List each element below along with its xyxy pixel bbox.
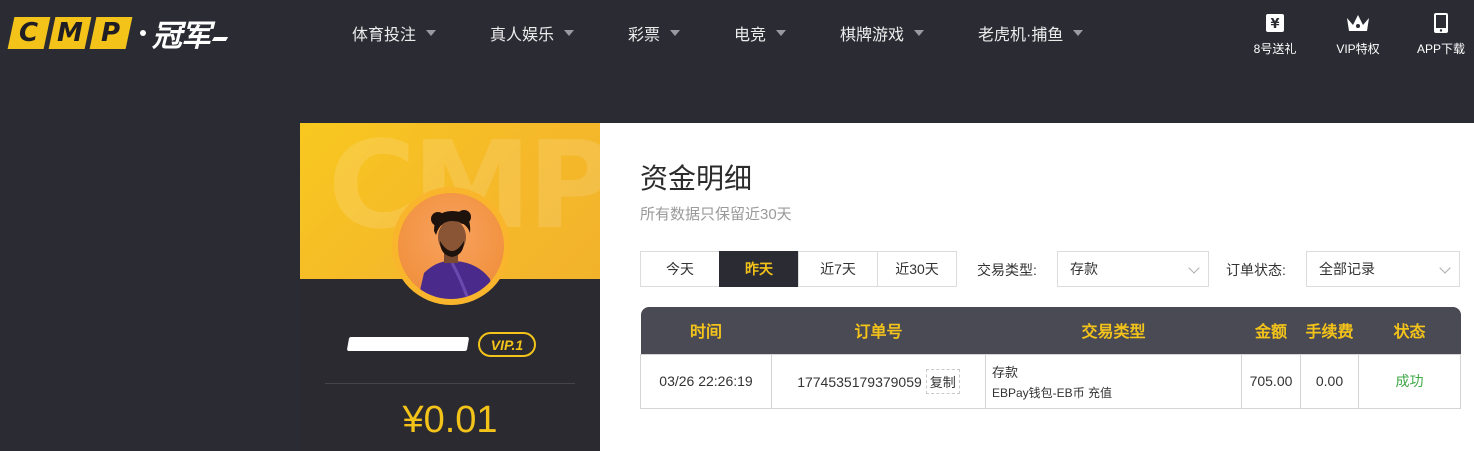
logo-letter-box: M bbox=[48, 17, 92, 49]
column-header-time: 时间 bbox=[640, 307, 772, 354]
chevron-down-icon bbox=[670, 30, 681, 36]
column-header-status: 状态 bbox=[1358, 307, 1461, 354]
chevron-down-icon bbox=[914, 30, 925, 36]
logo-letter: C bbox=[19, 18, 39, 48]
svg-text:¥: ¥ bbox=[1270, 17, 1279, 32]
vip-level-badge[interactable]: VIP.1 bbox=[478, 332, 536, 357]
logo-letter-box: C bbox=[7, 17, 51, 49]
profile-divider bbox=[325, 383, 575, 384]
app-download-label: APP下载 bbox=[1416, 42, 1465, 56]
chevron-down-icon bbox=[776, 30, 787, 36]
cell-order-no: 1774535179379059 复制 bbox=[771, 353, 986, 409]
app-download-button[interactable]: APP下载 bbox=[1406, 12, 1474, 57]
cell-fee: 0.00 bbox=[1300, 353, 1359, 409]
txn-type-label: 交易类型: bbox=[977, 262, 1037, 278]
avatar-image bbox=[398, 193, 504, 299]
logo-letter: P bbox=[101, 18, 121, 48]
chevron-down-icon bbox=[426, 30, 437, 36]
transactions-table: 时间 订单号 交易类型 金额 手续费 状态 03/26 22:26:19 177… bbox=[640, 307, 1461, 409]
nav-item-card-games[interactable]: 棋牌游戏 bbox=[840, 22, 925, 44]
nav-item-lottery[interactable]: 彩票 bbox=[628, 22, 681, 44]
nav-item-live-casino[interactable]: 真人娱乐 bbox=[490, 22, 575, 44]
chevron-down-icon bbox=[1073, 30, 1084, 36]
page-subtitle: 所有数据只保留近30天 bbox=[640, 206, 792, 223]
column-header-fee: 手续费 bbox=[1300, 307, 1359, 354]
nav-item-esports[interactable]: 电竞 bbox=[734, 22, 787, 44]
txn-type-main: 存款 bbox=[992, 364, 1019, 380]
column-header-amount: 金额 bbox=[1241, 307, 1301, 354]
nav-item-label: 彩票 bbox=[628, 27, 661, 44]
order-number: 1774535179379059 bbox=[797, 373, 922, 390]
txn-type-select[interactable]: 存款 bbox=[1057, 251, 1209, 287]
tab-last-7-days[interactable]: 近7天 bbox=[798, 251, 878, 287]
logo-letter: M bbox=[57, 18, 83, 48]
nav-item-label: 电竞 bbox=[734, 27, 767, 44]
copy-button[interactable]: 复制 bbox=[925, 368, 960, 394]
tab-yesterday[interactable]: 昨天 bbox=[719, 251, 799, 287]
crown-icon bbox=[1323, 12, 1393, 34]
column-header-txn-type: 交易类型 bbox=[985, 307, 1242, 354]
vip-privilege-button[interactable]: VIP特权 bbox=[1323, 12, 1393, 57]
vip-privilege-label: VIP特权 bbox=[1336, 42, 1380, 56]
chevron-down-icon bbox=[1188, 262, 1200, 274]
order-status-select[interactable]: 全部记录 bbox=[1306, 251, 1460, 287]
chevron-down-icon bbox=[1439, 262, 1451, 274]
nav-item-label: 真人娱乐 bbox=[490, 27, 555, 44]
nav-item-label: 体育投注 bbox=[352, 27, 417, 44]
brand-logo[interactable]: C M P 冠军 bbox=[7, 16, 229, 54]
logo-tail bbox=[211, 37, 229, 41]
logo-dot bbox=[140, 30, 146, 36]
yen-gift-icon: ¥ bbox=[1240, 12, 1310, 34]
order-status-value: 全部记录 bbox=[1319, 261, 1375, 277]
tab-today[interactable]: 今天 bbox=[640, 251, 720, 287]
username-redacted bbox=[346, 337, 470, 351]
tab-last-30-days[interactable]: 近30天 bbox=[877, 251, 957, 287]
cell-txn-type: 存款 EBPay钱包-EB币 充值 bbox=[985, 353, 1242, 409]
txn-type-detail: EBPay钱包-EB币 充值 bbox=[992, 385, 1113, 400]
txn-type-value: 存款 bbox=[1070, 261, 1098, 277]
profile-panel: CMP VIP.1 ¥0.01 bbox=[300, 123, 600, 451]
nav-item-label: 棋牌游戏 bbox=[840, 27, 905, 44]
gift-label: 8号送礼 bbox=[1253, 42, 1297, 56]
logo-cn-text: 冠军 bbox=[152, 19, 211, 54]
cell-status: 成功 bbox=[1358, 353, 1461, 409]
chevron-down-icon bbox=[564, 30, 575, 36]
cell-amount: 705.00 bbox=[1241, 353, 1301, 409]
fund-details-panel: 资金明细 所有数据只保留近30天 今天 昨天 近7天 近30天 交易类型: 存款… bbox=[600, 123, 1474, 451]
cell-time: 03/26 22:26:19 bbox=[640, 353, 772, 409]
order-status-label: 订单状态: bbox=[1226, 262, 1286, 278]
top-bar: C M P 冠军 体育投注 真人娱乐 彩票 电竞 棋牌游戏 老虎机·捕鱼 ¥ 8… bbox=[0, 0, 1474, 66]
nav-item-sports[interactable]: 体育投注 bbox=[352, 22, 437, 44]
page-title: 资金明细 bbox=[640, 163, 753, 194]
nav-item-slots-fishing[interactable]: 老虎机·捕鱼 bbox=[978, 22, 1084, 44]
phone-icon bbox=[1406, 12, 1474, 34]
account-balance: ¥0.01 bbox=[402, 399, 498, 441]
logo-letter-box: P bbox=[89, 17, 133, 49]
column-header-order-no: 订单号 bbox=[771, 307, 986, 354]
status-badge: 成功 bbox=[1395, 373, 1424, 389]
table-row: 03/26 22:26:19 1774535179379059 复制 存款 EBP… bbox=[640, 353, 1461, 409]
avatar[interactable] bbox=[392, 187, 510, 305]
nav-item-label: 老虎机·捕鱼 bbox=[978, 27, 1064, 44]
gift-button[interactable]: ¥ 8号送礼 bbox=[1240, 12, 1310, 57]
table-header-row: 时间 订单号 交易类型 金额 手续费 状态 bbox=[640, 307, 1461, 354]
